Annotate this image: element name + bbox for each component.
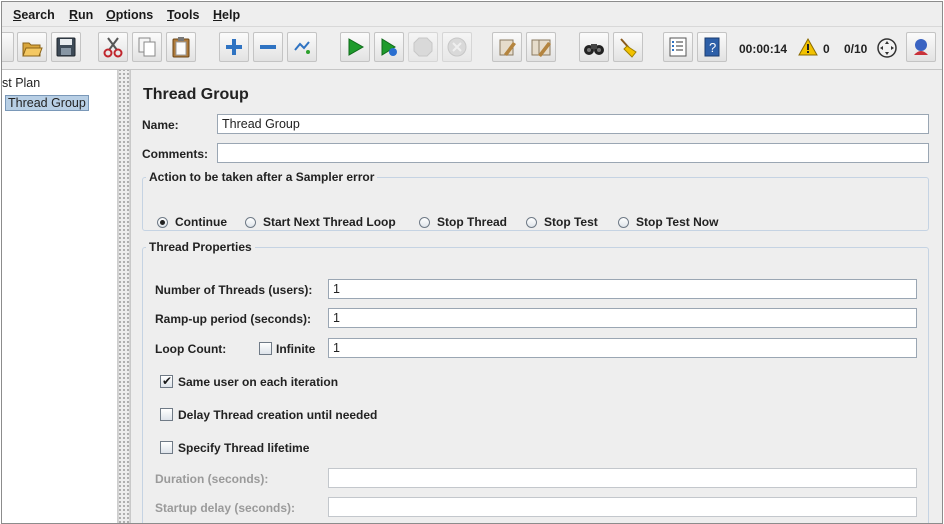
start-next-loop-radio[interactable]: [245, 217, 256, 228]
rampup-label: Ramp-up period (seconds):: [155, 312, 312, 326]
startup-delay-field[interactable]: [328, 497, 917, 517]
same-user-label[interactable]: Same user on each iteration: [178, 375, 338, 389]
stop-button[interactable]: [408, 32, 438, 62]
name-field[interactable]: Thread Group: [217, 114, 929, 134]
checkmark-icon: ✔: [162, 374, 173, 388]
stop-test-now-label[interactable]: Stop Test Now: [636, 215, 718, 229]
comments-field[interactable]: [217, 143, 929, 163]
tree-node-thread-group[interactable]: Thread Group: [5, 95, 89, 111]
name-label: Name:: [142, 118, 179, 132]
duration-field[interactable]: [328, 468, 917, 488]
open-button[interactable]: [17, 32, 47, 62]
menu-tools[interactable]: Tools: [167, 8, 199, 22]
menu-options[interactable]: Options: [106, 8, 153, 22]
start-next-loop-label[interactable]: Start Next Thread Loop: [263, 215, 396, 229]
loop-count-field[interactable]: 1: [328, 338, 917, 358]
paste-button[interactable]: [166, 32, 196, 62]
collapse-button[interactable]: [253, 32, 283, 62]
warning-icon[interactable]: [798, 37, 818, 59]
same-user-checkbox[interactable]: ✔: [160, 374, 173, 388]
split-pane-divider[interactable]: [118, 70, 130, 523]
menu-bar: Search Run Options Tools Help: [2, 2, 942, 27]
continue-label[interactable]: Continue: [175, 215, 227, 229]
toolbar: ? 00:00:14 0 0/10: [2, 27, 942, 70]
clear-button[interactable]: [492, 32, 522, 62]
thread-lifetime-checkbox[interactable]: [160, 441, 173, 454]
remote-status-icon[interactable]: [876, 37, 898, 62]
stop-thread-label[interactable]: Stop Thread: [437, 215, 507, 229]
new-button[interactable]: [2, 32, 14, 62]
page-title: Thread Group: [143, 86, 249, 103]
copy-button[interactable]: [132, 32, 162, 62]
menu-search[interactable]: Search: [13, 8, 55, 22]
threads-label: Number of Threads (users):: [155, 283, 313, 297]
start-no-pauses-button[interactable]: [374, 32, 404, 62]
stop-test-radio[interactable]: [526, 217, 537, 228]
delay-thread-checkbox[interactable]: [160, 408, 173, 421]
continue-radio[interactable]: [157, 217, 168, 228]
clear-all-button[interactable]: [526, 32, 556, 62]
delay-thread-label[interactable]: Delay Thread creation until needed: [178, 408, 377, 422]
thread-properties-legend: Thread Properties: [149, 240, 252, 254]
menu-run[interactable]: Run: [69, 8, 93, 22]
tree-node-test-plan[interactable]: st Plan: [2, 76, 40, 90]
expand-button[interactable]: [219, 32, 249, 62]
shutdown-button[interactable]: [442, 32, 472, 62]
stop-test-now-radio[interactable]: [618, 217, 629, 228]
sampler-error-action-group: Action to be taken after a Sampler error…: [142, 170, 929, 231]
infinite-label[interactable]: Infinite: [276, 342, 315, 356]
cut-button[interactable]: [98, 32, 128, 62]
remote-button[interactable]: [906, 32, 936, 62]
function-helper-button[interactable]: [663, 32, 693, 62]
toggle-button[interactable]: [287, 32, 317, 62]
thread-properties-group: Thread Properties Number of Threads (use…: [142, 240, 929, 523]
test-plan-tree: st Plan Thread Group: [2, 70, 118, 523]
threads-field[interactable]: 1: [328, 279, 917, 299]
start-button[interactable]: [340, 32, 370, 62]
help-button[interactable]: ?: [697, 32, 727, 62]
save-button[interactable]: [51, 32, 81, 62]
thread-lifetime-label[interactable]: Specify Thread lifetime: [178, 441, 309, 455]
comments-label: Comments:: [142, 147, 209, 161]
search-button[interactable]: [579, 32, 609, 62]
duration-label: Duration (seconds):: [155, 472, 269, 486]
reset-search-button[interactable]: [613, 32, 643, 62]
startup-delay-label: Startup delay (seconds):: [155, 501, 296, 515]
thread-count: 0/10: [844, 42, 868, 56]
jmeter-window: Search Run Options Tools Help ? 00:00:14…: [1, 1, 943, 524]
thread-group-panel: Thread Group Name: Thread Group Comments…: [130, 70, 942, 523]
infinite-checkbox[interactable]: [259, 342, 272, 355]
stop-test-label[interactable]: Stop Test: [544, 215, 598, 229]
menu-help[interactable]: Help: [213, 8, 240, 22]
warning-count: 0: [823, 42, 830, 56]
elapsed-timer: 00:00:14: [739, 42, 788, 56]
action-legend: Action to be taken after a Sampler error: [149, 170, 375, 184]
stop-thread-radio[interactable]: [419, 217, 430, 228]
rampup-field[interactable]: 1: [328, 308, 917, 328]
loop-count-label: Loop Count:: [155, 342, 227, 356]
svg-text:?: ?: [709, 40, 716, 55]
